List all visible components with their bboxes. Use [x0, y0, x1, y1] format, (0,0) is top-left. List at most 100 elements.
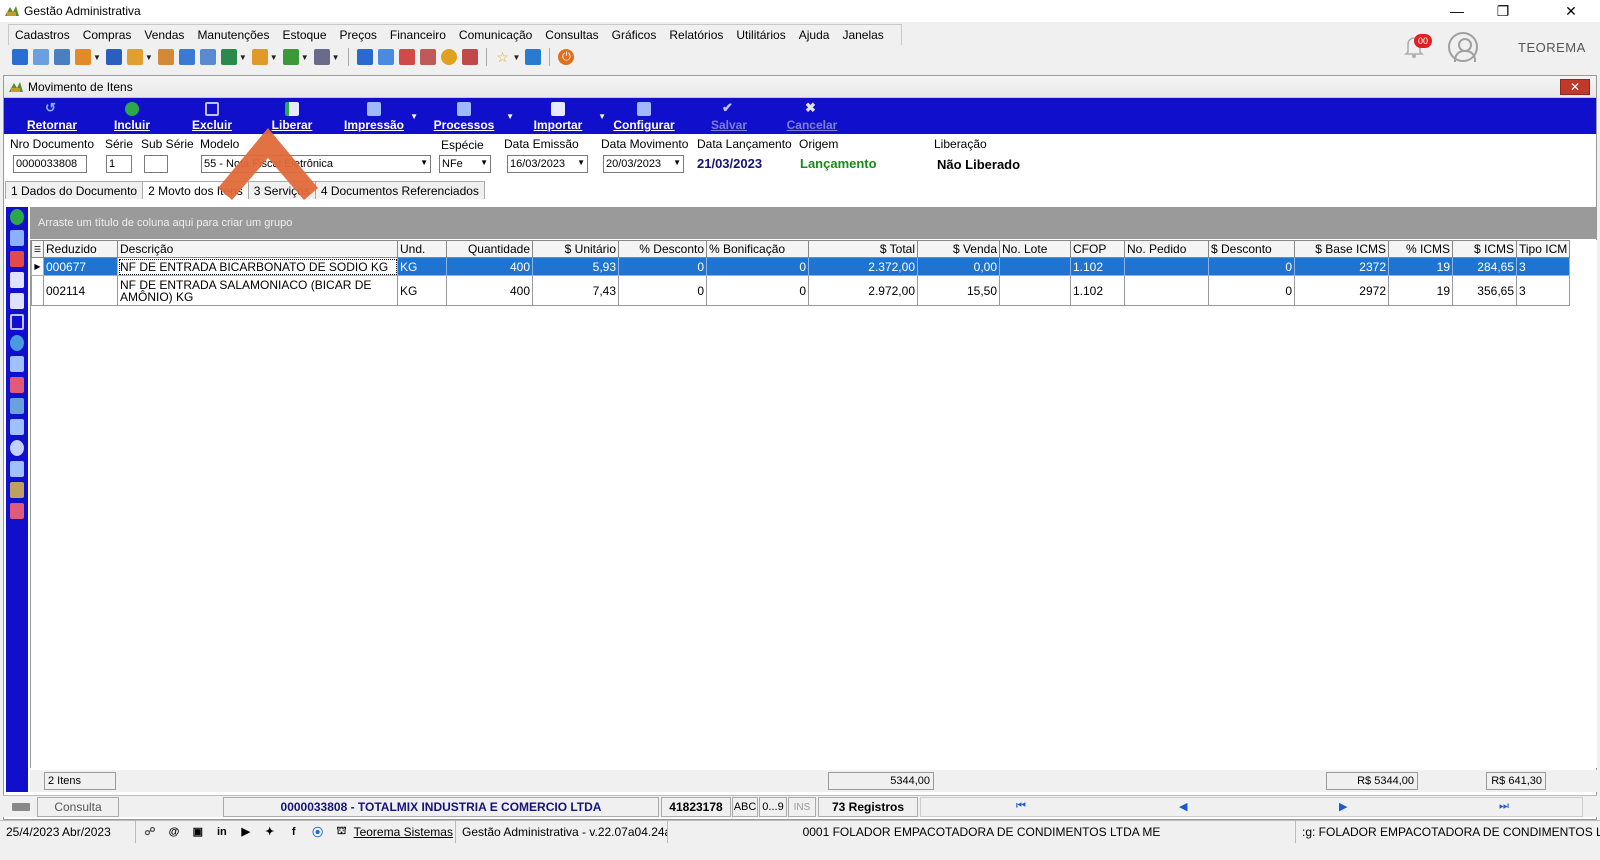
box-icon[interactable] — [126, 49, 143, 65]
chevron-down-icon[interactable]: ▼ — [673, 158, 681, 167]
star-icon[interactable]: ☆ — [495, 49, 511, 65]
group-by-area[interactable]: Arraste um título de coluna aqui para cr… — [30, 207, 1597, 239]
cart-icon[interactable] — [220, 49, 237, 65]
col-descricao[interactable]: Descrição — [117, 240, 398, 258]
calculator-icon[interactable] — [377, 49, 394, 65]
chevron-down-icon[interactable]: ▼ — [301, 53, 309, 62]
last-record-icon[interactable]: ⏭ — [1499, 800, 1509, 813]
data-movimento-picker[interactable]: 20/03/2023 ▼ — [603, 155, 684, 173]
menu-estoque[interactable]: Estoque — [282, 28, 326, 42]
menu-compras[interactable]: Compras — [83, 28, 132, 42]
menu-utilitarios[interactable]: Utilitários — [736, 28, 785, 42]
grid-icon[interactable] — [356, 49, 373, 65]
salvar-button[interactable]: ✔ Salvar — [684, 98, 774, 134]
close-button[interactable]: ✕ — [1548, 0, 1594, 22]
calendar-icon[interactable] — [398, 49, 415, 65]
data-emissao-picker[interactable]: 16/03/2023 ▼ — [507, 155, 588, 173]
nro-documento-field[interactable]: 0000033808 — [13, 155, 87, 173]
person-icon[interactable] — [157, 49, 174, 65]
menu-cadastros[interactable]: Cadastros — [15, 28, 70, 42]
retornar-button[interactable]: ↺ Retornar — [12, 98, 92, 134]
power-icon[interactable]: ⏻ — [558, 49, 575, 65]
col-desconto-valor[interactable]: $ Desconto — [1208, 240, 1295, 258]
col-bonificacao[interactable]: % Bonificação — [706, 240, 809, 258]
chevron-down-icon[interactable]: ▼ — [332, 53, 340, 62]
col-total[interactable]: $ Total — [808, 240, 918, 258]
phone-icon[interactable] — [105, 49, 122, 65]
col-venda[interactable]: $ Venda — [917, 240, 1000, 258]
vendor-link[interactable]: Teorema Sistemas — [354, 825, 453, 839]
col-base-icms[interactable]: $ Base ICMS — [1294, 240, 1389, 258]
bank-icon[interactable] — [178, 49, 195, 65]
book-icon[interactable] — [10, 377, 24, 393]
sub-serie-field[interactable] — [144, 155, 168, 173]
especie-select[interactable]: NFe ▼ — [439, 155, 491, 173]
col-desconto-pct[interactable]: % Desconto — [618, 240, 707, 258]
col-cfop[interactable]: CFOP — [1070, 240, 1125, 258]
chevron-down-icon[interactable]: ▼ — [270, 53, 278, 62]
users-icon[interactable] — [10, 230, 24, 246]
tab-dados-documento[interactable]: 1 Dados do Documento — [5, 181, 144, 199]
menu-vendas[interactable]: Vendas — [144, 28, 184, 42]
col-und[interactable]: Und. — [397, 240, 447, 258]
first-record-icon[interactable]: ⏮ — [1016, 800, 1026, 813]
list-icon[interactable] — [75, 49, 91, 65]
col-unitario[interactable]: $ Unitário — [532, 240, 619, 258]
restore-button[interactable]: ❐ — [1480, 0, 1526, 22]
col-tipo-icm[interactable]: Tipo ICM — [1515, 240, 1571, 258]
truck-icon[interactable] — [282, 49, 299, 65]
menu-ajuda[interactable]: Ajuda — [799, 28, 830, 42]
tag-icon[interactable] — [10, 503, 24, 519]
col-reduzido[interactable]: Reduzido — [43, 240, 118, 258]
youtube-icon[interactable]: ▶ — [238, 824, 254, 840]
table-icon[interactable] — [10, 461, 24, 477]
chevron-down-icon[interactable]: ▼ — [513, 53, 521, 62]
add-icon[interactable] — [10, 209, 24, 225]
avatar-icon[interactable] — [1448, 32, 1478, 62]
card-icon[interactable] — [199, 49, 216, 65]
users-icon[interactable] — [33, 49, 49, 65]
info-icon[interactable] — [10, 335, 24, 351]
email-icon[interactable]: @ — [166, 824, 182, 840]
menu-precos[interactable]: Preços — [340, 28, 377, 42]
chevron-down-icon[interactable]: ▼ — [577, 158, 585, 167]
col-lote[interactable]: No. Lote — [999, 240, 1071, 258]
incluir-button[interactable]: Incluir — [92, 98, 172, 134]
table-row[interactable]: ▶ 000677 NF DE ENTRADA BICARBONATO DE SO… — [31, 257, 1571, 276]
configurar-button[interactable]: Configurar — [604, 98, 684, 134]
calendar-icon[interactable] — [12, 49, 28, 65]
chevron-down-icon[interactable]: ▼ — [480, 158, 488, 167]
menu-manutencoes[interactable]: Manutenções — [197, 28, 269, 42]
bag-icon[interactable] — [10, 251, 24, 267]
menu-relatorios[interactable]: Relatórios — [669, 28, 723, 42]
facebook-icon[interactable]: f — [286, 824, 302, 840]
instagram-icon[interactable]: ▣ — [190, 824, 206, 840]
tab-documentos-referenciados[interactable]: 4 Documentos Referenciados — [314, 181, 485, 199]
previous-record-icon[interactable]: ◀ — [1179, 800, 1187, 813]
linkedin-icon[interactable]: in — [214, 824, 230, 840]
minimize-button[interactable]: — — [1434, 0, 1480, 22]
trash-icon[interactable] — [10, 314, 24, 330]
next-record-icon[interactable]: ▶ — [1339, 800, 1347, 813]
menu-comunicacao[interactable]: Comunicação — [459, 28, 532, 42]
menu-janelas[interactable]: Janelas — [842, 28, 883, 42]
menu-financeiro[interactable]: Financeiro — [390, 28, 446, 42]
globe-icon[interactable]: ☍ — [142, 824, 158, 840]
col-quantidade[interactable]: Quantidade — [446, 240, 533, 258]
col-icms-valor[interactable]: $ ICMS — [1452, 240, 1517, 258]
importar-button[interactable]: Importar ▼ — [512, 98, 606, 134]
table-row[interactable]: 002114 NF DE ENTRADA SALAMONIACO (BICAR … — [31, 275, 1571, 306]
calendar-icon[interactable] — [419, 49, 436, 65]
grid-icon[interactable] — [10, 398, 24, 414]
chevron-down-icon[interactable]: ▼ — [145, 53, 153, 62]
stack-icon[interactable] — [10, 293, 24, 309]
table-icon[interactable] — [10, 356, 24, 372]
processos-button[interactable]: Processos ▼ — [416, 98, 514, 134]
impressao-button[interactable]: Impressão ▼ — [332, 98, 418, 134]
serie-field[interactable]: 1 — [106, 155, 132, 173]
cancelar-button[interactable]: ✖ Cancelar — [774, 98, 850, 134]
col-pedido[interactable]: No. Pedido — [1124, 240, 1209, 258]
menu-consultas[interactable]: Consultas — [545, 28, 598, 42]
clock-icon[interactable] — [440, 49, 457, 65]
card-icon[interactable] — [54, 49, 70, 65]
